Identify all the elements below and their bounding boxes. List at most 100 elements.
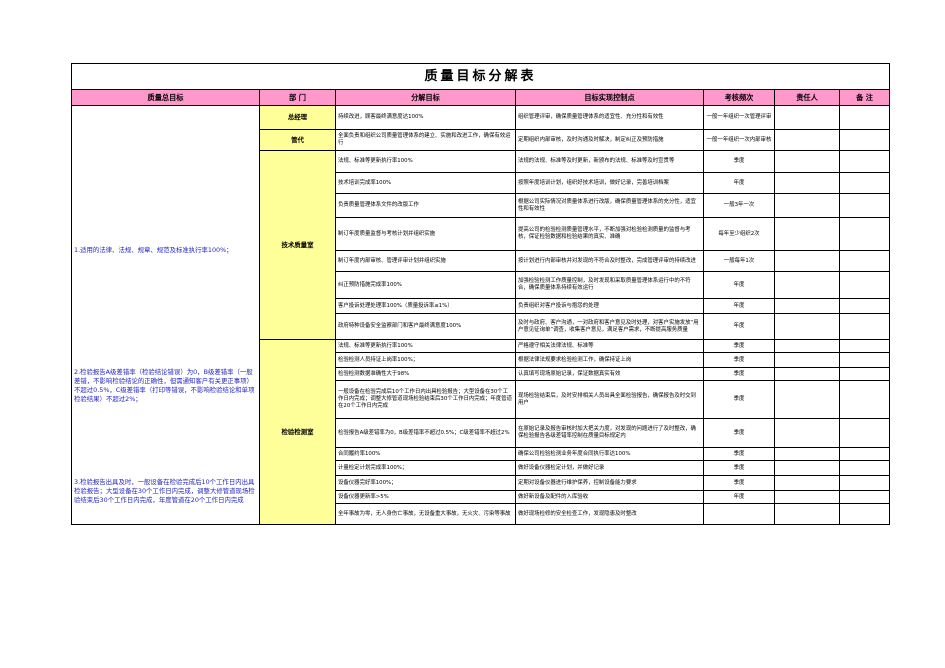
responsible-cell: [774, 460, 840, 476]
sub-target-cell: 法规、标准等更新执行率100%: [335, 339, 516, 353]
responsible-cell: [774, 150, 840, 173]
responsible-cell: [774, 380, 840, 419]
responsible-cell: [774, 172, 840, 194]
responsible-cell: [774, 447, 840, 461]
sub-target-cell: 技术培训完成率100%: [335, 172, 516, 194]
remarks-cell: [838, 460, 891, 476]
responsible-cell: [774, 503, 840, 525]
frequency-cell: 季度: [703, 150, 775, 173]
frequency-cell: 每年至少组织2次: [703, 217, 775, 251]
frequency-cell: 一般3年一次: [703, 193, 775, 218]
department-cell: 检验检测室: [259, 339, 336, 525]
frequency-cell: 年度: [703, 298, 775, 314]
control-point-cell: 及时与政府、客户沟通，一对政府和客户意见及时处理，对客户实施发放“用户意见征询单…: [515, 313, 704, 340]
sub-target-cell: 全年事故为零，无人身伤亡事故，无设备重大事故，无火灾、污染等事故: [335, 503, 516, 525]
sub-target-cell: 法规、标准等更新执行率100%: [335, 150, 516, 173]
remarks-cell: [838, 352, 891, 368]
sub-target-cell: 设备仪器更新率>5%: [335, 490, 516, 504]
sub-target-cell: 全面负责和组织公司质量管理体系的建立、实施和改进工作，确保有效运行: [335, 129, 516, 151]
remarks-cell: [838, 172, 891, 194]
control-point-cell: 定期组织内部审核，及时沟通及时解决，制定纠正及预防措施: [515, 129, 704, 151]
remarks-cell: [838, 490, 891, 504]
control-point-cell: 做好现场检修的安全检查工作，发现隐患及时整改: [515, 503, 704, 525]
responsible-cell: [774, 298, 840, 314]
department-cell: 管代: [259, 129, 336, 151]
frequency-cell: 年度: [703, 271, 775, 299]
table-row: 1.适用的法律、法规、规章、规范及标准执行率100%； 2.检验报告A级差错率（检…: [71, 105, 891, 525]
overall-goal-item: 3.检验报告出具及时，一般设备在检验完成后10个工作日内出具检验报告；大型设备在…: [74, 478, 255, 504]
frequency-cell: 季度: [703, 380, 775, 419]
overall-goal-item: 1.适用的法律、法规、规章、规范及标准执行率100%；: [74, 246, 233, 254]
header-department: 部 门: [259, 89, 336, 106]
frequency-cell: 年度: [703, 313, 775, 340]
sub-target-cell: 纠正预防措施完成率100%: [335, 271, 516, 299]
responsible-cell: [774, 313, 840, 340]
remarks-cell: [838, 129, 891, 151]
sub-target-cell: 持续改进，顾客最终满意度达100%: [335, 105, 516, 130]
remarks-cell: [838, 313, 891, 340]
remarks-cell: [838, 503, 891, 525]
responsible-cell: [774, 193, 840, 218]
control-point-cell: 负责组织对客户投诉与抱怨的处理: [515, 298, 704, 314]
frequency-cell: [703, 503, 775, 525]
header-remarks: 备 注: [838, 89, 891, 106]
responsible-cell: [774, 352, 840, 368]
frequency-cell: 一般一年组织一次内部审核: [703, 129, 775, 151]
sub-target-cell: 负责质量管理体系文件的改版工作: [335, 193, 516, 218]
department-cell: 总经理: [259, 105, 336, 130]
frequency-cell: 一般一年组织一次管理评审: [703, 105, 775, 130]
overall-goal-item: 2.检验报告A级差错率（检验结论错误）为0，B级差错率（一般差错，不影响检验结论…: [74, 368, 255, 403]
quality-target-table: 质量目标分解表 质量总目标 部 门 分解目标 目标实现控制点 考核频次 责任人 …: [70, 63, 891, 525]
header-responsible: 责任人: [774, 89, 840, 106]
control-point-cell: 严格遵守相关法律法规、标准等: [515, 339, 704, 353]
sub-target-cell: 合同履约率100%: [335, 447, 516, 461]
remarks-cell: [838, 367, 891, 381]
sub-target-cell: 设备仪器完好率100%；: [335, 475, 516, 491]
remarks-cell: [838, 418, 891, 448]
sub-target-cell: 检验检测人员持证上岗率100%；: [335, 352, 516, 368]
responsible-cell: [774, 418, 840, 448]
control-point-cell: 认真填写现场原始记录，保证数据真实有效: [515, 367, 704, 381]
frequency-cell: 年度: [703, 490, 775, 504]
responsible-cell: [774, 367, 840, 381]
responsible-cell: [774, 217, 840, 251]
sub-target-cell: 制订年度内部审核、管理评审计划并组织实施: [335, 250, 516, 272]
sub-target-cell: 计量检定计划完成率100%；: [335, 460, 516, 476]
remarks-cell: [838, 193, 891, 218]
responsible-cell: [774, 250, 840, 272]
header-control-point: 目标实现控制点: [515, 89, 704, 106]
remarks-cell: [838, 150, 891, 173]
control-point-cell: 现场检验结束后，及时安排相关人员出具全面检验报告，确保报告及时交到用户: [515, 380, 704, 419]
remarks-cell: [838, 105, 891, 130]
table-title: 质量目标分解表: [70, 63, 891, 90]
sub-target-cell: 一般设备在检验完成后10个工作日内出具检验报告；大型设备在30个工作日内完成；调…: [335, 380, 516, 419]
overall-goals-cell: 1.适用的法律、法规、规章、规范及标准执行率100%； 2.检验报告A级差错率（检…: [71, 105, 260, 525]
control-point-cell: 做好新设备及配件的入库验收: [515, 490, 704, 504]
frequency-cell: 季度: [703, 367, 775, 381]
frequency-cell: 季度: [703, 339, 775, 353]
control-point-cell: 按计划进行内部审核并对发现的不符合及时整改，完成管理评审的持续改进: [515, 250, 704, 272]
control-point-cell: 按照年度培训计划，组织好技术培训，做好记录，完善培训档案: [515, 172, 704, 194]
sub-target-cell: 检验报告A级差错率为0，B级差错率不超过0.5%；C级差错率不超过2%: [335, 418, 516, 448]
remarks-cell: [838, 250, 891, 272]
control-point-cell: 确保公司检验检测业务年度合同执行率达100%: [515, 447, 704, 461]
responsible-cell: [774, 129, 840, 151]
control-point-cell: 加强检验检测工作质量控制，及时发现和采取质量管理体系运行中的不符合，确保质量体系…: [515, 271, 704, 299]
responsible-cell: [774, 490, 840, 504]
header-frequency: 考核频次: [703, 89, 775, 106]
control-point-cell: 做好设备仪器检定计划，并做好记录: [515, 460, 704, 476]
responsible-cell: [774, 271, 840, 299]
remarks-cell: [838, 217, 891, 251]
frequency-cell: 季度: [703, 447, 775, 461]
control-point-cell: 根据法律法规要求检验检测工作，确保持证上岗: [515, 352, 704, 368]
responsible-cell: [774, 105, 840, 130]
header-overall-goal: 质量总目标: [71, 89, 260, 106]
remarks-cell: [838, 271, 891, 299]
control-point-cell: 提高公司的检验检测质量管理水平，不断加强对检验检测质量的监督与考核，保证检验数据…: [515, 217, 704, 251]
frequency-cell: 年度: [703, 172, 775, 194]
responsible-cell: [774, 339, 840, 353]
control-point-cell: 法规的法规、标准等及时更新，新颁布的法规、标准等及时宣贯等: [515, 150, 704, 173]
sub-target-cell: 客户投诉处理处理率100%（质量投诉率≤1%）: [335, 298, 516, 314]
frequency-cell: 季度: [703, 352, 775, 368]
header-row: 质量总目标 部 门 分解目标 目标实现控制点 考核频次 责任人 备 注: [71, 89, 891, 106]
